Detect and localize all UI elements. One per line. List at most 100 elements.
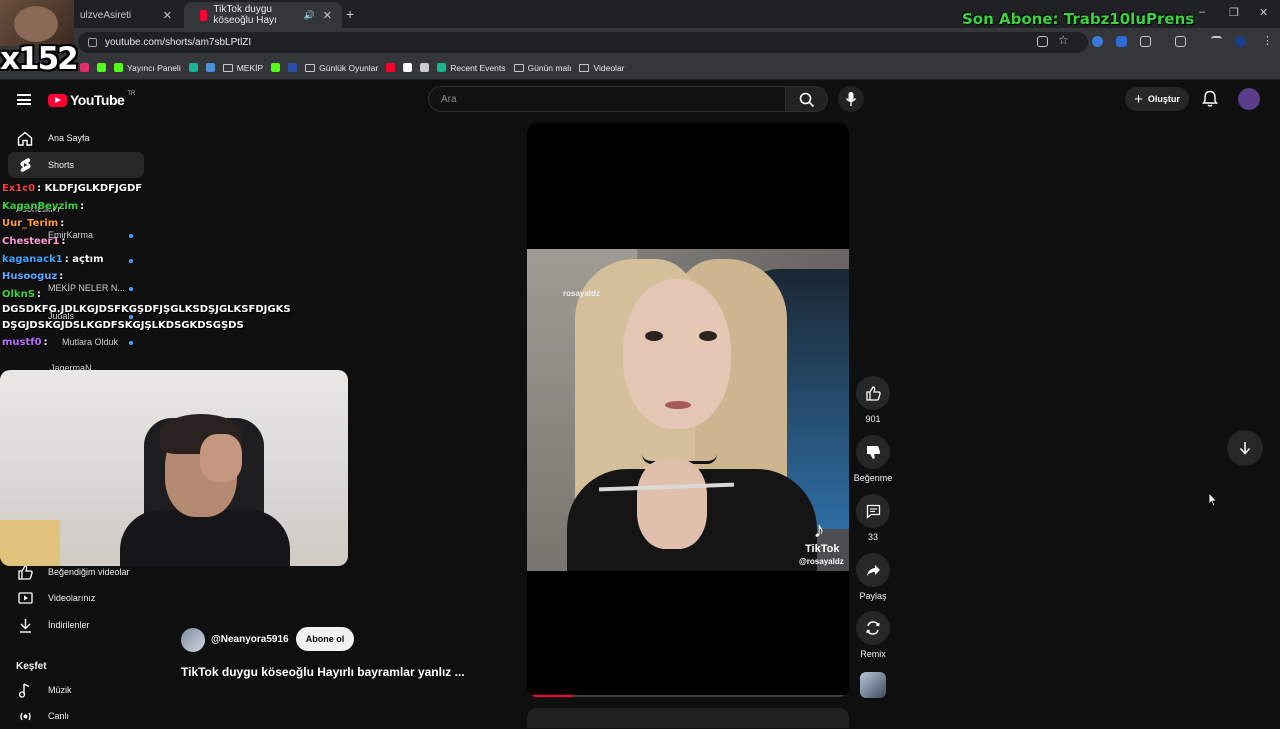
video-watermark: rosayaldz [563,289,600,298]
bookmark-item[interactable] [420,63,430,72]
subscriber-multiplier: x152 [0,41,79,77]
thumb-down-icon [866,445,880,459]
youtube-icon [386,63,396,72]
chat-text: DŞGJDSKGJDSLKGDFSKGJŞLKDSGKDSGŞDS [2,320,244,331]
bookmark-item[interactable] [288,63,298,72]
address-bar[interactable]: youtube.com/shorts/am7sbLPtlZI [78,32,1088,53]
bookmark-item[interactable] [386,63,396,72]
streamer-face-image [14,6,58,42]
bookmark-item[interactable] [80,63,89,72]
notifications-bell-icon[interactable] [1202,90,1218,108]
streamer-small-cam [0,0,74,46]
chat-username: kaganack1 [2,254,63,265]
sidebar-item-label: Müzik [48,685,72,695]
hamburger-menu-icon[interactable] [17,94,31,105]
chat-text: DGSDKFG.JDLKGJDSFKGŞDFJŞGLKSDŞJGLKSFDJGK… [2,304,291,315]
search-button[interactable] [786,86,828,112]
explore-heading: Keşfet [16,661,47,672]
extension-icon[interactable] [1092,36,1103,47]
sidebar-item-music[interactable]: Müzik [8,677,144,703]
folder-icon [222,63,233,72]
bookmark-item[interactable]: Günlük Oyunlar [305,63,378,73]
video-frame[interactable]: rosayaldz ♪ TikTok @rosayaldz [527,249,849,571]
bookmark-item[interactable]: Videolar [579,63,625,73]
chat-message: Husooguz: [2,271,63,282]
bookmark-item[interactable]: MEKİP [222,62,264,73]
share-button[interactable] [856,553,890,587]
tiktok-wordmark: TikTok [805,543,840,555]
search-input[interactable]: Ara [428,86,786,112]
sidebar-item-shorts[interactable]: Shorts [8,152,144,178]
side-panel-icon[interactable] [1175,36,1186,47]
bookmark-item[interactable] [205,63,215,72]
extension-icon[interactable] [1116,36,1127,47]
bookmark-label: MEKİP [236,62,264,73]
bookmark-item[interactable] [188,63,198,72]
browser-tab[interactable]: ulzveAsireti ✕ [64,2,182,28]
streamer-webcam [0,370,348,566]
install-icon[interactable] [1037,36,1048,47]
like-button[interactable] [856,376,890,410]
folder-icon [579,63,590,72]
subscribe-button[interactable]: Abone ol [296,627,354,651]
remix-action[interactable]: Remix [851,611,895,659]
speaker-icon[interactable]: 🔊 [304,10,315,21]
maximize-icon[interactable]: ❐ [1229,6,1239,19]
dislike-button[interactable] [856,435,890,469]
channel-name[interactable]: @Neanyora5916 [211,634,289,645]
tiktok-logo-icon: ♪ [813,517,825,542]
next-short-button[interactable] [1227,430,1263,466]
bookmark-item[interactable] [97,63,106,72]
video-title[interactable]: TikTok duygu köseoğlu Hayırlı bayramlar … [181,665,465,679]
youtube-logo[interactable]: YouTube TR [48,91,136,108]
search-icon [799,92,815,108]
profile-avatar[interactable] [1235,36,1246,47]
chat-username: Chesteer1 [2,236,60,247]
close-tab-icon[interactable]: ✕ [163,9,172,22]
subscription-item[interactable]: MEKİP NELER N... [48,283,125,293]
like-action[interactable]: 901 [851,376,895,424]
close-window-icon[interactable]: ✕ [1259,6,1268,19]
comments-action[interactable]: 33 [851,494,895,542]
video-icon [17,592,33,604]
country-code: TR [127,91,136,97]
dislike-action[interactable]: Beğenme [851,435,895,483]
menu-dots-icon[interactable]: ⋮ [1262,34,1273,47]
new-tab-button[interactable]: + [346,6,354,22]
share-action[interactable]: Paylaş [851,553,895,601]
comment-icon [866,504,880,519]
shorts-player[interactable]: rosayaldz ♪ TikTok @rosayaldz [527,123,849,697]
minimize-icon[interactable]: – [1199,6,1205,18]
chat-username: KaganBeyzim [2,201,79,212]
bookmark-item[interactable]: Yayıncı Paneli [114,63,181,73]
channel-avatar-thumbnail[interactable] [860,672,886,698]
bookmark-item[interactable] [271,63,281,72]
channel-avatar[interactable] [181,628,205,652]
create-button[interactable]: + Oluştur [1125,87,1189,111]
comments-button[interactable] [856,494,890,528]
chat-username: OlknS [2,289,35,300]
bookmark-star-icon[interactable]: ☆ [1058,33,1069,47]
sidebar-item-your-videos[interactable]: Videolarınız [8,585,144,611]
voice-search-button[interactable] [838,86,864,112]
tab-title: ulzveAsireti [80,9,132,21]
sidebar-item-home[interactable]: Ana Sayfa [8,125,144,151]
media-icon[interactable] [1211,36,1222,47]
next-short-preview[interactable] [527,708,849,728]
arrow-down-icon [1239,442,1251,455]
browser-tab-active[interactable]: TikTok duygu köseoğlu Hayı 🔊 ✕ [184,2,342,28]
new-content-dot [129,287,133,291]
subscription-item[interactable]: Mutlara Olduk [62,337,118,347]
bookmark-item[interactable]: Recent Events [437,63,506,73]
bookmark-item[interactable]: Günün malı [513,63,571,73]
account-avatar[interactable] [1238,88,1260,110]
bookmark-item[interactable] [403,63,413,72]
chat-message: Uur_Terim: [2,218,64,229]
video-progress-bar[interactable] [532,695,844,697]
remix-button[interactable] [856,611,890,645]
extensions-puzzle-icon[interactable] [1140,36,1151,47]
close-tab-icon[interactable]: ✕ [323,9,332,22]
sidebar-item-live[interactable]: Canlı [8,703,144,729]
site-info-icon[interactable] [88,38,97,47]
sidebar-item-downloads[interactable]: İndirilenler [8,612,144,638]
